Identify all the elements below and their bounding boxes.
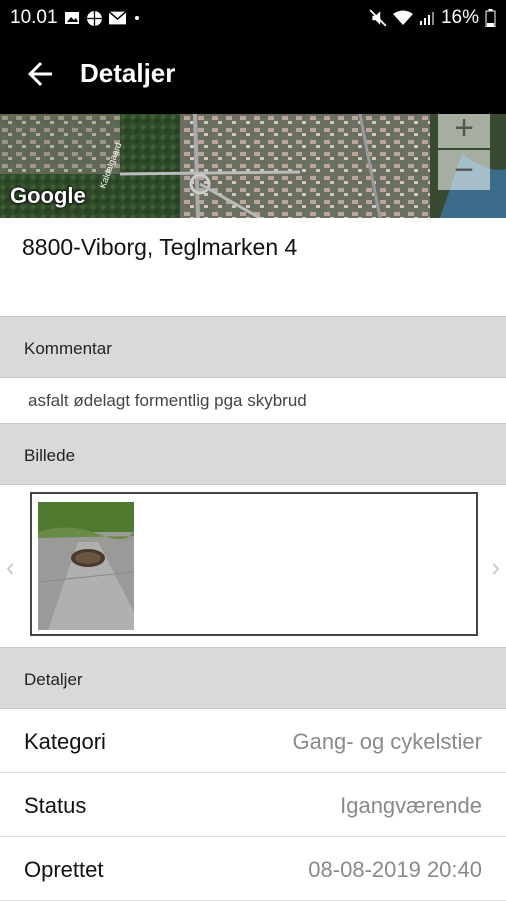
details-header-label: Detaljer: [24, 670, 83, 689]
chevron-left-icon[interactable]: ‹: [6, 552, 15, 583]
status-left: 10.01: [10, 7, 142, 29]
detail-label: Kategori: [24, 729, 106, 754]
detail-value: Gang- og cykelstier: [292, 729, 482, 754]
comment-text: asfalt ødelagt formentlig pga skybrud: [28, 391, 307, 410]
image-carousel[interactable]: [30, 492, 478, 636]
battery-icon: [485, 9, 496, 27]
detail-row-status: Status Igangværende: [0, 773, 506, 837]
image-section-header: Billede: [0, 423, 506, 485]
comment-section-header: Kommentar: [0, 316, 506, 378]
detail-row-created: Oprettet 08-08-2019 20:40: [0, 837, 506, 901]
back-button[interactable]: [22, 56, 58, 92]
wifi-icon: [392, 10, 413, 25]
details-section-header: Detaljer: [0, 647, 506, 709]
dot-icon: [134, 16, 139, 20]
status-time: 10.01: [10, 7, 58, 28]
zoom-in-button[interactable]: +: [438, 114, 490, 148]
arrow-back-icon: [28, 62, 52, 86]
mail-icon: [108, 11, 126, 25]
image-icon: [64, 12, 79, 24]
signal-icon: [419, 12, 434, 25]
globe-icon: [86, 10, 102, 26]
mute-icon: [369, 9, 387, 27]
comment-header-label: Kommentar: [24, 339, 112, 358]
detail-label: Status: [24, 793, 87, 818]
address: 8800-Viborg, Teglmarken 4: [22, 234, 298, 260]
battery-percent: 16%: [440, 7, 479, 28]
chevron-right-icon[interactable]: ›: [491, 552, 500, 583]
photo-thumbnail[interactable]: [38, 502, 134, 630]
google-logo: Google: [10, 183, 86, 208]
detail-value: Igangværende: [340, 793, 482, 818]
detail-row-category: Kategori Gang- og cykelstier: [0, 709, 506, 773]
status-right: 16%: [369, 7, 496, 29]
zoom-out-button[interactable]: −: [438, 150, 490, 190]
page-title: Detaljer: [80, 58, 176, 88]
image-header-label: Billede: [24, 446, 76, 465]
status-bar: 10.01 16%: [0, 0, 506, 34]
map-view[interactable]: Kaldalgaard + − Google: [0, 114, 506, 218]
detail-value: 08-08-2019 20:40: [308, 857, 482, 882]
app-bar: Detaljer: [0, 34, 506, 114]
detail-label: Oprettet: [24, 857, 104, 882]
